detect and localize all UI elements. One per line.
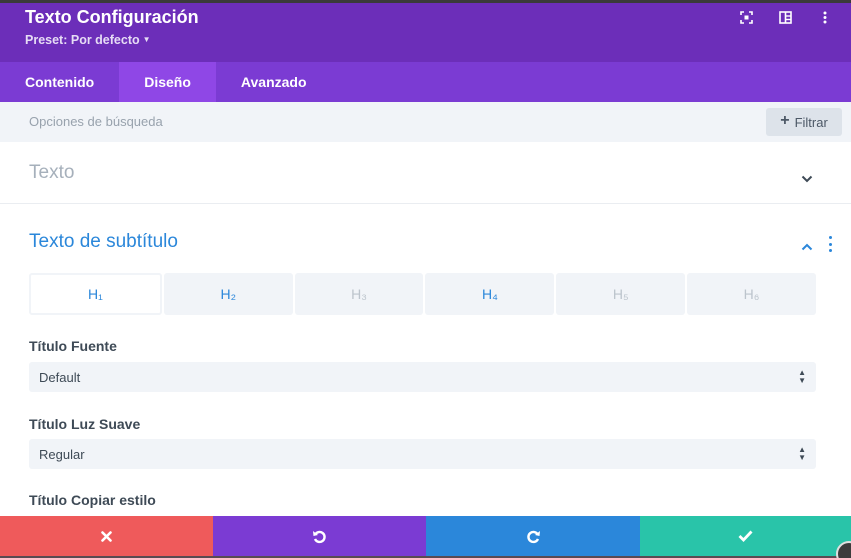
sidebar-layout-icon[interactable]: [777, 9, 794, 26]
tab-h5[interactable]: H₅: [556, 273, 686, 315]
close-icon: [101, 530, 112, 542]
undo-icon: [313, 530, 326, 543]
action-footer: [0, 516, 851, 556]
redo-button[interactable]: [426, 516, 640, 556]
font-label: Título Fuente: [29, 338, 117, 354]
tab-h1[interactable]: H₁: [29, 273, 162, 315]
tab-avanzado[interactable]: Avanzado: [216, 62, 332, 102]
tab-h6[interactable]: H₆: [687, 273, 816, 315]
font-value: Default: [39, 370, 81, 385]
redo-icon: [526, 530, 540, 543]
weight-value: Regular: [39, 447, 85, 462]
tab-h4[interactable]: H₄: [425, 273, 555, 315]
plus-icon: +: [780, 112, 790, 129]
panel-title: Texto Configuración: [25, 7, 199, 27]
weight-label: Título Luz Suave: [29, 416, 141, 432]
more-vertical-icon[interactable]: [816, 9, 833, 26]
preset-label: Preset: Por defecto: [25, 33, 140, 47]
tab-h3[interactable]: H₃: [294, 273, 424, 315]
weight-select[interactable]: Regular ▲ ▼: [29, 439, 816, 469]
section-texto[interactable]: Texto: [0, 142, 851, 204]
section-options-icon[interactable]: [827, 236, 833, 252]
save-button[interactable]: [640, 516, 851, 556]
font-select[interactable]: Default ▲ ▼: [29, 362, 816, 392]
caret-down-icon: ▼: [142, 35, 151, 44]
preset-selector[interactable]: Preset: Por defecto ▼: [25, 33, 151, 47]
section-texto-title: Texto: [29, 162, 75, 183]
undo-button[interactable]: [213, 516, 426, 556]
search-input[interactable]: [29, 114, 529, 129]
chevron-up-icon[interactable]: [801, 238, 813, 256]
section-subtitulo-title[interactable]: Texto de subtítulo: [29, 231, 178, 253]
settings-header: Texto Configuración Preset: Por defecto ▼: [0, 0, 851, 62]
select-arrows-icon: ▲ ▼: [798, 368, 806, 385]
heading-level-tabs: H₁ H₂ H₃ H₄ H₅ H₆: [29, 273, 816, 315]
tab-h2[interactable]: H₂: [163, 273, 293, 315]
search-bar: [0, 102, 851, 142]
style-label: Título Copiar estilo: [29, 492, 156, 508]
fullscreen-icon[interactable]: [738, 9, 755, 26]
tab-diseno[interactable]: Diseño: [119, 62, 216, 102]
check-icon: [738, 530, 753, 542]
chevron-down-icon[interactable]: [801, 170, 813, 188]
cancel-button[interactable]: [0, 516, 213, 556]
tab-bar: Contenido Diseño Avanzado: [0, 62, 851, 102]
filter-label: Filtrar: [794, 114, 828, 130]
filter-button[interactable]: + Filtrar: [766, 108, 842, 136]
select-arrows-icon: ▲ ▼: [798, 445, 806, 462]
tab-contenido[interactable]: Contenido: [0, 62, 119, 102]
